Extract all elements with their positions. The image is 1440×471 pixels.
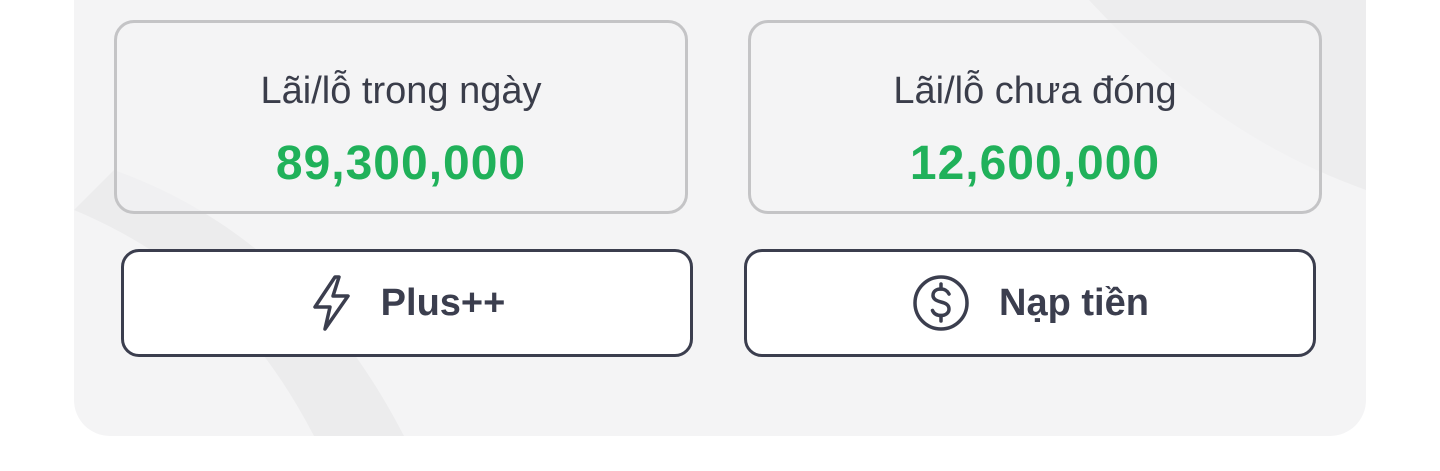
- unrealized-pnl-card: Lãi/lỗ chưa đóng 12,600,000: [748, 20, 1322, 214]
- daily-pnl-value: 89,300,000: [275, 137, 527, 190]
- lightning-icon: [309, 274, 353, 332]
- plus-button[interactable]: Plus++: [121, 249, 693, 357]
- unrealized-pnl-label: Lãi/lỗ chưa đóng: [893, 70, 1177, 112]
- daily-pnl-card: Lãi/lỗ trong ngày 89,300,000: [114, 20, 688, 214]
- daily-pnl-label: Lãi/lỗ trong ngày: [260, 70, 542, 112]
- unrealized-pnl-value: 12,600,000: [909, 137, 1161, 190]
- dollar-circle-icon: [911, 273, 971, 333]
- plus-button-label: Plus++: [380, 282, 506, 324]
- deposit-button-label: Nạp tiền: [999, 282, 1149, 324]
- deposit-button[interactable]: Nạp tiền: [744, 249, 1316, 357]
